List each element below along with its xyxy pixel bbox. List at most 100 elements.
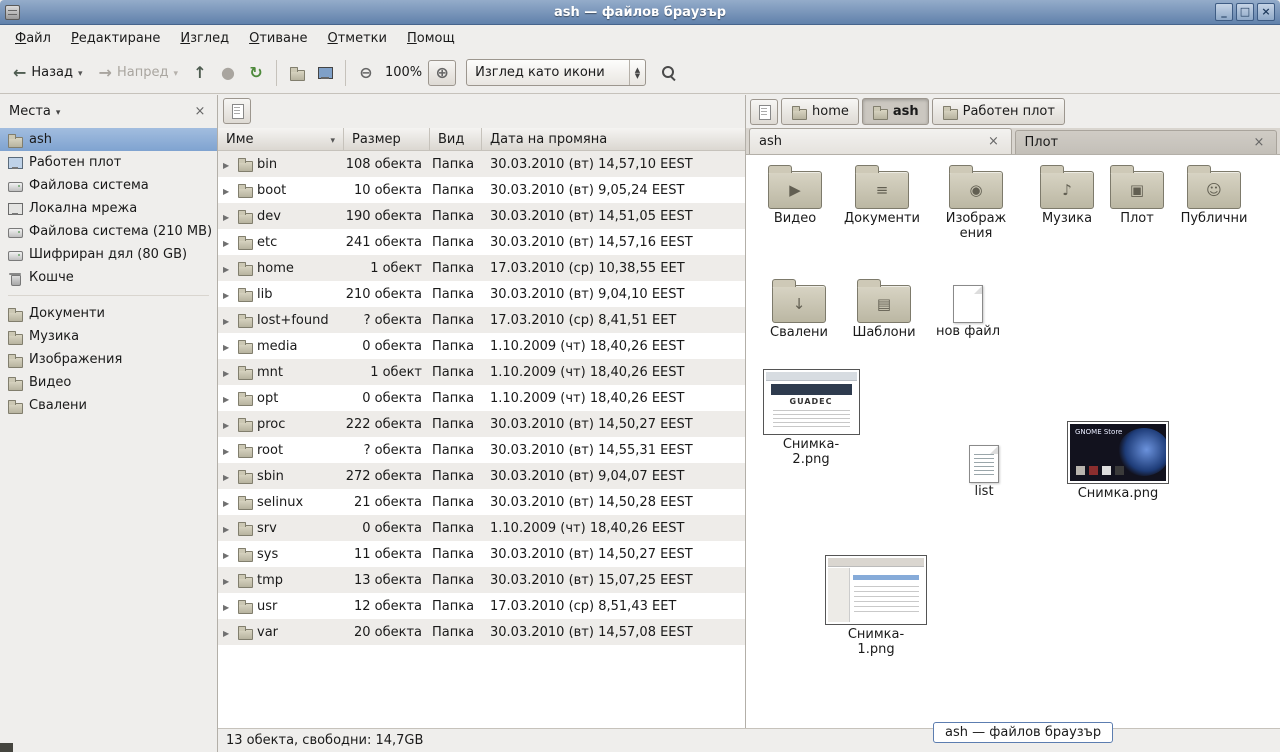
icon-item-list-file[interactable]: list [948, 433, 1020, 500]
expander-icon[interactable] [223, 183, 233, 198]
table-row[interactable]: root ? обекта Папка 30.03.2010 (вт) 14,5… [218, 437, 745, 463]
back-button[interactable]: ← Назад [6, 60, 90, 86]
sidebar-item-trash[interactable]: Кошче [0, 266, 217, 289]
menu-edit[interactable]: Редактиране [61, 27, 170, 50]
table-row[interactable]: usr 12 обекта Папка 17.03.2010 (ср) 8,51… [218, 593, 745, 619]
table-row[interactable]: srv 0 обекта Папка 1.10.2009 (чт) 18,40,… [218, 515, 745, 541]
expander-icon[interactable] [223, 495, 233, 510]
expander-icon[interactable] [223, 521, 233, 536]
forward-button[interactable]: → Напред [92, 60, 185, 86]
table-row[interactable]: var 20 обекта Папка 30.03.2010 (вт) 14,5… [218, 619, 745, 645]
expander-icon[interactable] [223, 313, 233, 328]
icon-item-snimka[interactable]: GNOME Store Снимка.png [1056, 421, 1180, 502]
home-button[interactable] [284, 60, 310, 86]
expander-icon[interactable] [223, 365, 233, 380]
tab-desktop[interactable]: Плот [1015, 130, 1278, 154]
icon-item-downloads[interactable]: ↓ Свалени [760, 273, 838, 341]
minimize-button[interactable]: _ [1215, 3, 1233, 21]
icon-item-video[interactable]: ▶ Видео [756, 159, 834, 227]
sidebar-item-pictures[interactable]: Изображения [0, 348, 217, 371]
zoom-in-button[interactable]: ⊕ [428, 60, 456, 86]
table-row[interactable]: opt 0 обекта Папка 1.10.2009 (чт) 18,40,… [218, 385, 745, 411]
icon-item-snimka1[interactable]: Снимка-1.png [812, 555, 940, 658]
table-row[interactable]: dev 190 обекта Папка 30.03.2010 (вт) 14,… [218, 203, 745, 229]
expander-icon[interactable] [223, 417, 233, 432]
expander-icon[interactable] [223, 599, 233, 614]
menu-help[interactable]: Помощ [397, 27, 465, 50]
column-header-type[interactable]: Вид [430, 128, 482, 150]
menu-file[interactable]: Файл [5, 27, 61, 50]
pathbar-root-button[interactable] [750, 99, 778, 125]
table-row[interactable]: selinux 21 обекта Папка 30.03.2010 (вт) … [218, 489, 745, 515]
maximize-button[interactable]: □ [1236, 3, 1254, 21]
reload-button[interactable]: ↻ [243, 60, 269, 86]
view-mode-select[interactable]: Изглед като икони ▲▼ [466, 59, 646, 86]
expander-icon[interactable] [223, 235, 233, 250]
sidebar-item-desktop[interactable]: Работен плот [0, 151, 217, 174]
icon-item-new-file[interactable]: нов файл [930, 273, 1006, 340]
sidebar-close-icon[interactable] [192, 104, 208, 119]
expander-icon[interactable] [223, 287, 233, 302]
column-header-name[interactable]: Име [218, 128, 344, 150]
tab-close-icon[interactable] [986, 134, 1002, 149]
zoom-out-button[interactable]: ⊖ [353, 60, 379, 86]
stop-button[interactable]: ● [215, 60, 241, 86]
tab-close-icon[interactable] [1251, 135, 1267, 150]
expander-icon[interactable] [223, 391, 233, 406]
column-header-size[interactable]: Размер [344, 128, 430, 150]
icon-item-templates[interactable]: ▤ Шаблони [842, 273, 926, 341]
expander-icon[interactable] [223, 261, 233, 276]
table-row[interactable]: boot 10 обекта Папка 30.03.2010 (вт) 9,0… [218, 177, 745, 203]
pathbar-button-home[interactable]: home [781, 98, 859, 125]
table-row[interactable]: etc 241 обекта Папка 30.03.2010 (вт) 14,… [218, 229, 745, 255]
sidebar-item-filesystem-210mb[interactable]: Файлова система (210 MB) [0, 220, 217, 243]
sidebar-item-ash[interactable]: ash [0, 128, 217, 151]
menu-bookmarks[interactable]: Отметки [318, 27, 398, 50]
expander-icon[interactable] [223, 443, 233, 458]
sidebar-item-filesystem[interactable]: Файлова система [0, 174, 217, 197]
expander-icon[interactable] [223, 339, 233, 354]
table-row[interactable]: media 0 обекта Папка 1.10.2009 (чт) 18,4… [218, 333, 745, 359]
expander-icon[interactable] [223, 157, 233, 172]
back-dropdown-icon[interactable] [78, 65, 83, 80]
pathbar-button-ash[interactable]: ash [862, 98, 929, 125]
table-row[interactable]: sbin 272 обекта Папка 30.03.2010 (вт) 9,… [218, 463, 745, 489]
sidebar-item-encrypted[interactable]: Шифриран дял (80 GB) [0, 243, 217, 266]
chevron-down-icon[interactable] [56, 104, 61, 119]
table-row[interactable]: home 1 обект Папка 17.03.2010 (ср) 10,38… [218, 255, 745, 281]
table-row[interactable]: lib 210 обекта Папка 30.03.2010 (вт) 9,0… [218, 281, 745, 307]
icon-item-documents[interactable]: ≡ Документи [838, 159, 926, 227]
pathbar-button-desktop[interactable]: Работен плот [932, 98, 1065, 125]
table-row[interactable]: mnt 1 обект Папка 1.10.2009 (чт) 18,40,2… [218, 359, 745, 385]
sidebar-item-downloads[interactable]: Свалени [0, 394, 217, 417]
sidebar-item-network[interactable]: Локална мрежа [0, 197, 217, 220]
expander-icon[interactable] [223, 547, 233, 562]
icon-item-desktop-folder[interactable]: ▣ Плот [1108, 159, 1166, 227]
sidebar-item-music[interactable]: Музика [0, 325, 217, 348]
expander-icon[interactable] [223, 469, 233, 484]
location-bar-toggle-button[interactable] [223, 98, 251, 124]
tab-ash[interactable]: ash [749, 128, 1012, 154]
icon-item-snimka2[interactable]: GUADEC Снимка-2.png [756, 369, 866, 468]
close-button[interactable]: × [1257, 3, 1275, 21]
icon-item-pictures[interactable]: ◉ Изображения [932, 159, 1020, 242]
menu-view[interactable]: Изглед [170, 27, 239, 50]
expander-icon[interactable] [223, 573, 233, 588]
stop-icon: ● [221, 65, 235, 81]
sidebar-item-video[interactable]: Видео [0, 371, 217, 394]
column-header-date[interactable]: Дата на промяна [482, 128, 745, 150]
up-button[interactable]: ↑ [187, 60, 213, 86]
table-row[interactable]: lost+found ? обекта Папка 17.03.2010 (ср… [218, 307, 745, 333]
computer-button[interactable] [312, 60, 338, 86]
icon-item-public[interactable]: ☺ Публични [1170, 159, 1258, 227]
table-row[interactable]: bin 108 обекта Папка 30.03.2010 (вт) 14,… [218, 151, 745, 177]
table-row[interactable]: tmp 13 обекта Папка 30.03.2010 (вт) 15,0… [218, 567, 745, 593]
expander-icon[interactable] [223, 625, 233, 640]
icon-item-music[interactable]: ♪ Музика [1028, 159, 1106, 227]
search-button[interactable] [656, 60, 682, 86]
sidebar-item-documents[interactable]: Документи [0, 302, 217, 325]
table-row[interactable]: sys 11 обекта Папка 30.03.2010 (вт) 14,5… [218, 541, 745, 567]
menu-go[interactable]: Отиване [239, 27, 317, 50]
expander-icon[interactable] [223, 209, 233, 224]
table-row[interactable]: proc 222 обекта Папка 30.03.2010 (вт) 14… [218, 411, 745, 437]
